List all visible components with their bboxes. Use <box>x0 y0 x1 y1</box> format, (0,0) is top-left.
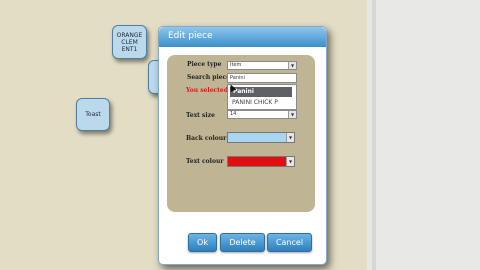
text-colour-picker[interactable]: ▼ <box>227 156 295 167</box>
search-piece-input[interactable]: Panini <box>227 73 297 83</box>
text-size-label: Text size <box>186 112 215 119</box>
dialog-titlebar[interactable]: Edit piece <box>159 27 326 47</box>
delete-button[interactable]: Delete <box>220 233 265 252</box>
suggestion-item-selected[interactable]: Panini <box>230 87 292 97</box>
tile-orange-clementine[interactable]: ORANGE CLEM ENT1 <box>112 25 147 59</box>
tile-text-line: Toast <box>85 111 101 118</box>
piece-type-value: Item <box>230 62 242 68</box>
chevron-down-icon[interactable]: ▼ <box>288 111 296 118</box>
back-colour-picker[interactable]: ▼ <box>227 132 295 143</box>
tile-text-line: ENT1 <box>121 45 138 53</box>
search-piece-value: Panini <box>230 75 245 81</box>
ok-button[interactable]: Ok <box>188 233 217 252</box>
back-colour-label: Back colour <box>186 135 227 142</box>
piece-type-select[interactable]: Item ▼ <box>227 61 297 70</box>
chevron-down-icon[interactable]: ▼ <box>286 133 294 142</box>
tile-text-line: CLEM <box>121 38 138 46</box>
text-size-select[interactable]: 14 ▼ <box>227 110 297 119</box>
search-suggestions-list: Panini PANINI CHICK P <box>227 84 297 110</box>
you-selected-label: You selected <box>186 87 228 94</box>
cancel-button[interactable]: Cancel <box>267 233 312 252</box>
chevron-down-icon[interactable]: ▼ <box>288 62 296 69</box>
text-colour-label: Text colour <box>186 158 224 165</box>
search-piece-label: Search piece <box>187 74 231 81</box>
chevron-down-icon[interactable]: ▼ <box>286 157 294 166</box>
background-right-divider <box>372 0 376 270</box>
background-right-panel <box>367 0 480 270</box>
tile-toast[interactable]: Toast <box>76 98 110 131</box>
dialog-title: Edit piece <box>168 31 213 41</box>
text-size-value: 14 <box>230 111 237 117</box>
suggestion-item[interactable]: PANINI CHICK P <box>232 99 278 106</box>
tile-text-line: ORANGE <box>116 31 143 39</box>
piece-type-label: Piece type <box>187 61 222 68</box>
